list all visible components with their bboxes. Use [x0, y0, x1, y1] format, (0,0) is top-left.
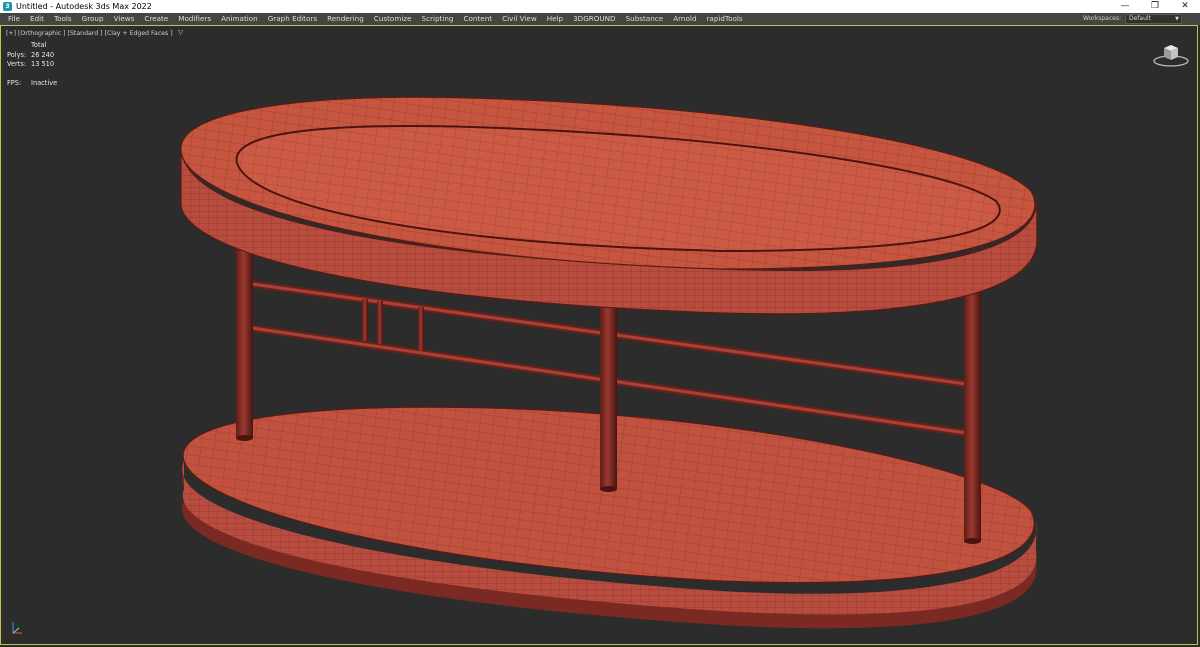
menu-help[interactable]: Help: [542, 13, 568, 25]
menu-file[interactable]: File: [3, 13, 25, 25]
menu-group[interactable]: Group: [77, 13, 109, 25]
viewport-shading-mode[interactable]: [Clay + Edged Faces ]: [105, 30, 173, 37]
restore-button[interactable]: ❐: [1140, 0, 1170, 13]
polys-label: Polys:: [7, 50, 27, 59]
menu-bar: File Edit Tools Group Views Create Modif…: [0, 13, 1200, 25]
close-button[interactable]: ✕: [1170, 0, 1200, 13]
workspace-label: Workspaces:: [1083, 15, 1121, 22]
viewport-labels: [+] [Orthographic ] [Standard ] [Clay + …: [6, 29, 184, 38]
window-title: Untitled - Autodesk 3ds Max 2022: [16, 2, 152, 11]
chevron-down-icon: ▼: [1175, 16, 1179, 22]
app-logo-icon: 3: [3, 2, 12, 11]
menu-customize[interactable]: Customize: [369, 13, 417, 25]
menu-animation[interactable]: Animation: [216, 13, 263, 25]
menu-views[interactable]: Views: [109, 13, 140, 25]
scene-model[interactable]: [1, 26, 1197, 644]
stats-header: Total: [31, 41, 47, 49]
viewport-pov-label[interactable]: [Orthographic ]: [18, 30, 66, 37]
title-bar: 3 Untitled - Autodesk 3ds Max 2022 — ❐ ✕: [0, 0, 1200, 13]
viewport-menu-plus[interactable]: [+]: [6, 30, 16, 37]
polys-value: 26 240: [31, 50, 55, 59]
top-tray[interactable]: [180, 96, 1038, 315]
menu-substance[interactable]: Substance: [621, 13, 669, 25]
axis-tripod-icon: [12, 622, 22, 634]
minimize-button[interactable]: —: [1110, 0, 1140, 13]
menu-scripting[interactable]: Scripting: [417, 13, 459, 25]
menu-edit[interactable]: Edit: [25, 13, 49, 25]
verts-value: 13 510: [31, 60, 55, 68]
statistics-overlay: Total Polys: 26 240 Verts: 13 510 FPS: I…: [7, 41, 57, 88]
menu-rendering[interactable]: Rendering: [322, 13, 369, 25]
fps-value: Inactive: [31, 78, 58, 87]
viewport-shading-standard[interactable]: [Standard ]: [68, 30, 103, 37]
menu-civil-view[interactable]: Civil View: [497, 13, 542, 25]
filter-icon[interactable]: ⛛: [178, 29, 184, 38]
workspace-dropdown[interactable]: Default ▼: [1125, 14, 1182, 24]
workspace-switcher: Workspaces: Default ▼: [1083, 13, 1182, 25]
fps-label: FPS:: [7, 78, 22, 87]
workspace-value: Default: [1129, 15, 1151, 22]
perspective-viewport[interactable]: [+] [Orthographic ] [Standard ] [Clay + …: [0, 25, 1198, 645]
menu-3dground[interactable]: 3DGROUND: [568, 13, 621, 25]
menu-rapidtools[interactable]: rapidTools: [701, 13, 747, 25]
menu-modifiers[interactable]: Modifiers: [173, 13, 216, 25]
verts-label: Verts:: [7, 60, 27, 68]
menu-create[interactable]: Create: [139, 13, 173, 25]
viewcube-icon[interactable]: [1153, 42, 1189, 68]
menu-content[interactable]: Content: [459, 13, 498, 25]
menu-items: File Edit Tools Group Views Create Modif…: [0, 13, 1083, 25]
menu-tools[interactable]: Tools: [49, 13, 77, 25]
menu-arnold[interactable]: Arnold: [668, 13, 701, 25]
menu-graph-editors[interactable]: Graph Editors: [263, 13, 322, 25]
